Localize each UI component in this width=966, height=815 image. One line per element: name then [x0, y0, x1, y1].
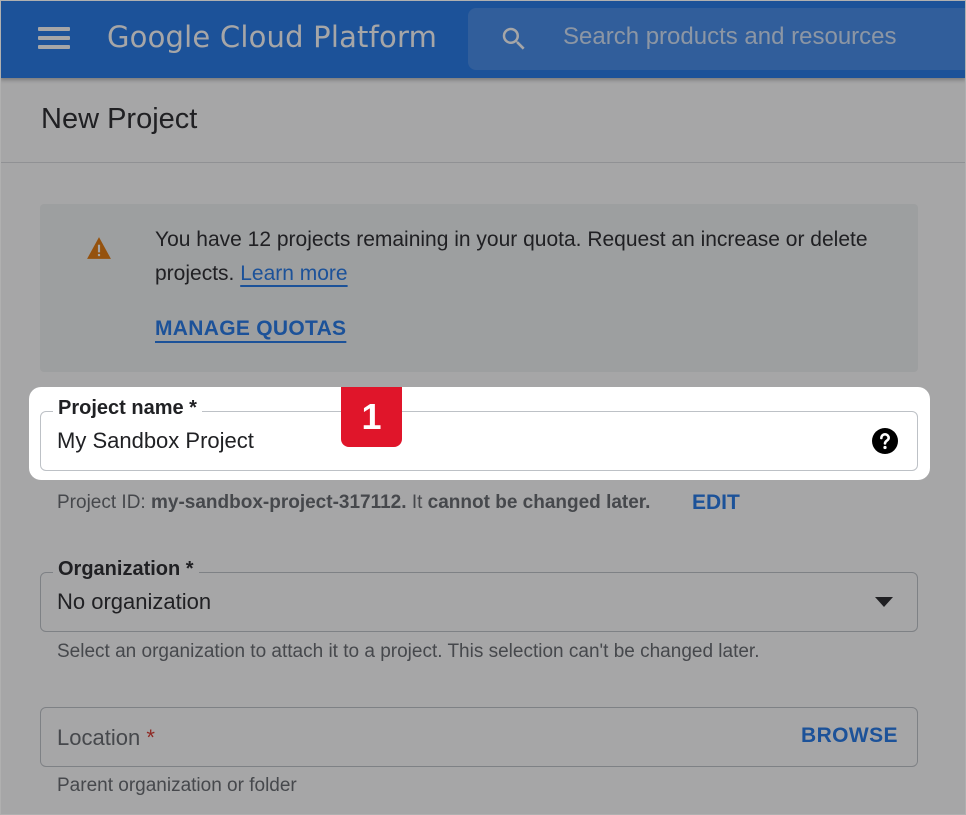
search-bar[interactable]: Search products and resources [468, 8, 966, 70]
required-mark: * [146, 725, 155, 750]
location-label-text: Location [57, 725, 141, 750]
title-bar: New Project [0, 78, 966, 163]
edit-project-id-button[interactable]: EDIT [692, 491, 740, 515]
top-bar: Google Cloud Platform Search products an… [0, 0, 966, 78]
search-icon[interactable] [499, 24, 529, 54]
brand-name[interactable]: Google Cloud Platform [107, 20, 437, 54]
dropdown-arrow-icon[interactable] [875, 597, 893, 607]
location-field[interactable]: Location * BROWSE [40, 707, 918, 767]
organization-label: Organization * [53, 558, 199, 581]
organization-select[interactable]: Organization * No organization [40, 558, 918, 632]
highlighted-step: Project name * My Sandbox Project 1 [29, 387, 930, 480]
quota-message: You have 12 projects remaining in your q… [155, 223, 895, 291]
menu-icon[interactable] [38, 25, 70, 51]
help-icon[interactable] [872, 428, 898, 454]
project-name-field[interactable]: Project name * My Sandbox Project [40, 397, 918, 471]
browse-button[interactable]: BROWSE [801, 724, 898, 748]
learn-more-link[interactable]: Learn more [240, 262, 347, 285]
organization-helper: Select an organization to attach it to a… [57, 641, 760, 662]
page-title: New Project [41, 103, 198, 135]
location-helper: Parent organization or folder [57, 775, 297, 796]
manage-quotas-link[interactable]: MANAGE QUOTAS [155, 317, 346, 341]
project-id-helper: Project ID: my-sandbox-project-317112. I… [57, 492, 650, 514]
project-name-label: Project name * [53, 397, 202, 420]
warning-icon [87, 237, 111, 259]
organization-value[interactable]: No organization [57, 589, 211, 615]
project-id-suffix: It [411, 492, 423, 513]
project-id-value: my-sandbox-project-317112. [150, 492, 407, 513]
step-number-badge: 1 [341, 387, 402, 447]
project-name-value[interactable]: My Sandbox Project [57, 428, 254, 454]
quota-notice: You have 12 projects remaining in your q… [40, 204, 918, 372]
project-id-prefix: Project ID: [57, 492, 146, 513]
location-label: Location * [57, 725, 155, 751]
search-placeholder[interactable]: Search products and resources [563, 23, 897, 51]
project-id-note: cannot be changed later. [427, 492, 651, 513]
